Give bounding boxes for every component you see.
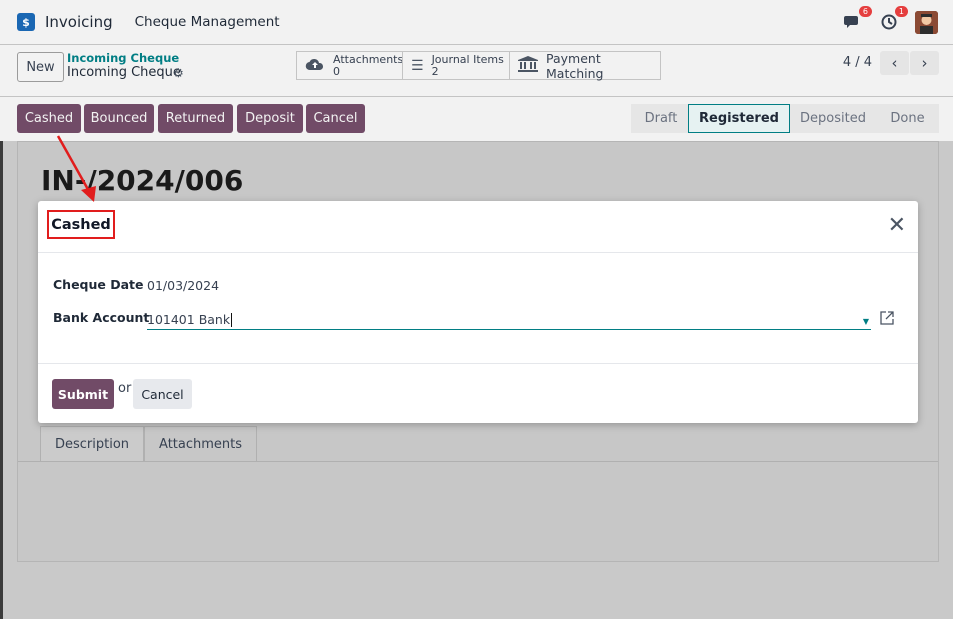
dialog-header: Cashed ✕	[38, 201, 918, 253]
control-panel: New Incoming Cheque Incoming Cheque ⚙ At…	[0, 45, 953, 97]
cancel-action-button[interactable]: Cancel	[306, 104, 365, 133]
pager-previous-button[interactable]: ‹	[880, 51, 909, 75]
attachments-count: 0	[333, 64, 340, 78]
status-draft[interactable]: Draft	[631, 104, 691, 133]
cloud-upload-icon	[305, 57, 325, 75]
attachments-label: Attachments	[333, 52, 404, 66]
cashed-button[interactable]: Cashed	[17, 104, 81, 133]
record-title: IN-/2024/006	[41, 164, 244, 197]
tab-description[interactable]: Description	[40, 426, 145, 462]
pager-value[interactable]: 4 / 4	[843, 55, 872, 70]
tab-attachments[interactable]: Attachments	[144, 426, 258, 462]
status-deposited[interactable]: Deposited	[790, 104, 876, 133]
tab-divider	[18, 461, 938, 462]
chat-badge: 6	[858, 6, 872, 17]
external-link-icon[interactable]	[880, 311, 894, 329]
returned-button[interactable]: Returned	[158, 104, 233, 133]
invoicing-app-icon[interactable]: $	[17, 13, 35, 31]
bounced-button[interactable]: Bounced	[84, 104, 154, 133]
payment-matching-label: Payment Matching	[546, 50, 604, 81]
submit-button[interactable]: Submit	[52, 379, 114, 409]
user-avatar[interactable]	[915, 10, 938, 34]
dialog-footer: Submit or Cancel	[38, 363, 918, 423]
journal-items-label: Journal Items	[431, 52, 504, 66]
cheque-date-field[interactable]: 01/03/2024	[147, 278, 219, 293]
list-icon: ☰	[411, 57, 424, 74]
status-done[interactable]: Done	[876, 104, 939, 133]
cheque-date-label: Cheque Date	[53, 277, 144, 292]
activity-clock-icon[interactable]: 1	[879, 6, 908, 32]
menu-cheque-management[interactable]: Cheque Management	[135, 14, 280, 30]
bank-account-value: 101401 Bank	[147, 312, 231, 327]
dialog-cancel-button[interactable]: Cancel	[133, 379, 192, 409]
gear-icon[interactable]: ⚙	[173, 66, 184, 80]
journal-items-count: 2	[431, 64, 439, 78]
attachments-smart-button[interactable]: Attachments 0	[296, 51, 403, 80]
app-name[interactable]: Invoicing	[45, 13, 113, 31]
chat-icon[interactable]: 6	[843, 6, 872, 32]
status-registered[interactable]: Registered	[688, 104, 790, 133]
bank-icon	[518, 55, 538, 76]
text-cursor	[231, 312, 233, 327]
journal-items-smart-button[interactable]: ☰ Journal Items 2	[402, 51, 510, 80]
top-navbar: $ Invoicing Cheque Management 6 1	[0, 0, 953, 45]
notebook-tabs: Description Attachments	[40, 426, 258, 462]
payment-matching-smart-button[interactable]: Payment Matching	[509, 50, 661, 81]
breadcrumb-parent[interactable]: Incoming Cheque	[67, 51, 179, 65]
breadcrumb-current: Incoming Cheque	[67, 65, 181, 80]
bank-account-input[interactable]: 101401 Bank ▼	[147, 310, 871, 330]
bank-account-label: Bank Account	[53, 310, 150, 325]
cashed-dialog: Cashed ✕ Cheque Date 01/03/2024 Bank Acc…	[38, 201, 918, 423]
activity-badge: 1	[894, 6, 908, 17]
or-separator: or	[118, 381, 132, 396]
new-button[interactable]: New	[17, 52, 64, 82]
action-bar: Cashed Bounced Returned Deposit Cancel D…	[0, 97, 953, 141]
pager-next-button[interactable]: ›	[910, 51, 939, 75]
dropdown-caret-icon[interactable]: ▼	[863, 317, 869, 326]
dialog-title: Cashed	[47, 210, 115, 239]
close-icon[interactable]: ✕	[888, 215, 906, 237]
deposit-button[interactable]: Deposit	[237, 104, 303, 133]
